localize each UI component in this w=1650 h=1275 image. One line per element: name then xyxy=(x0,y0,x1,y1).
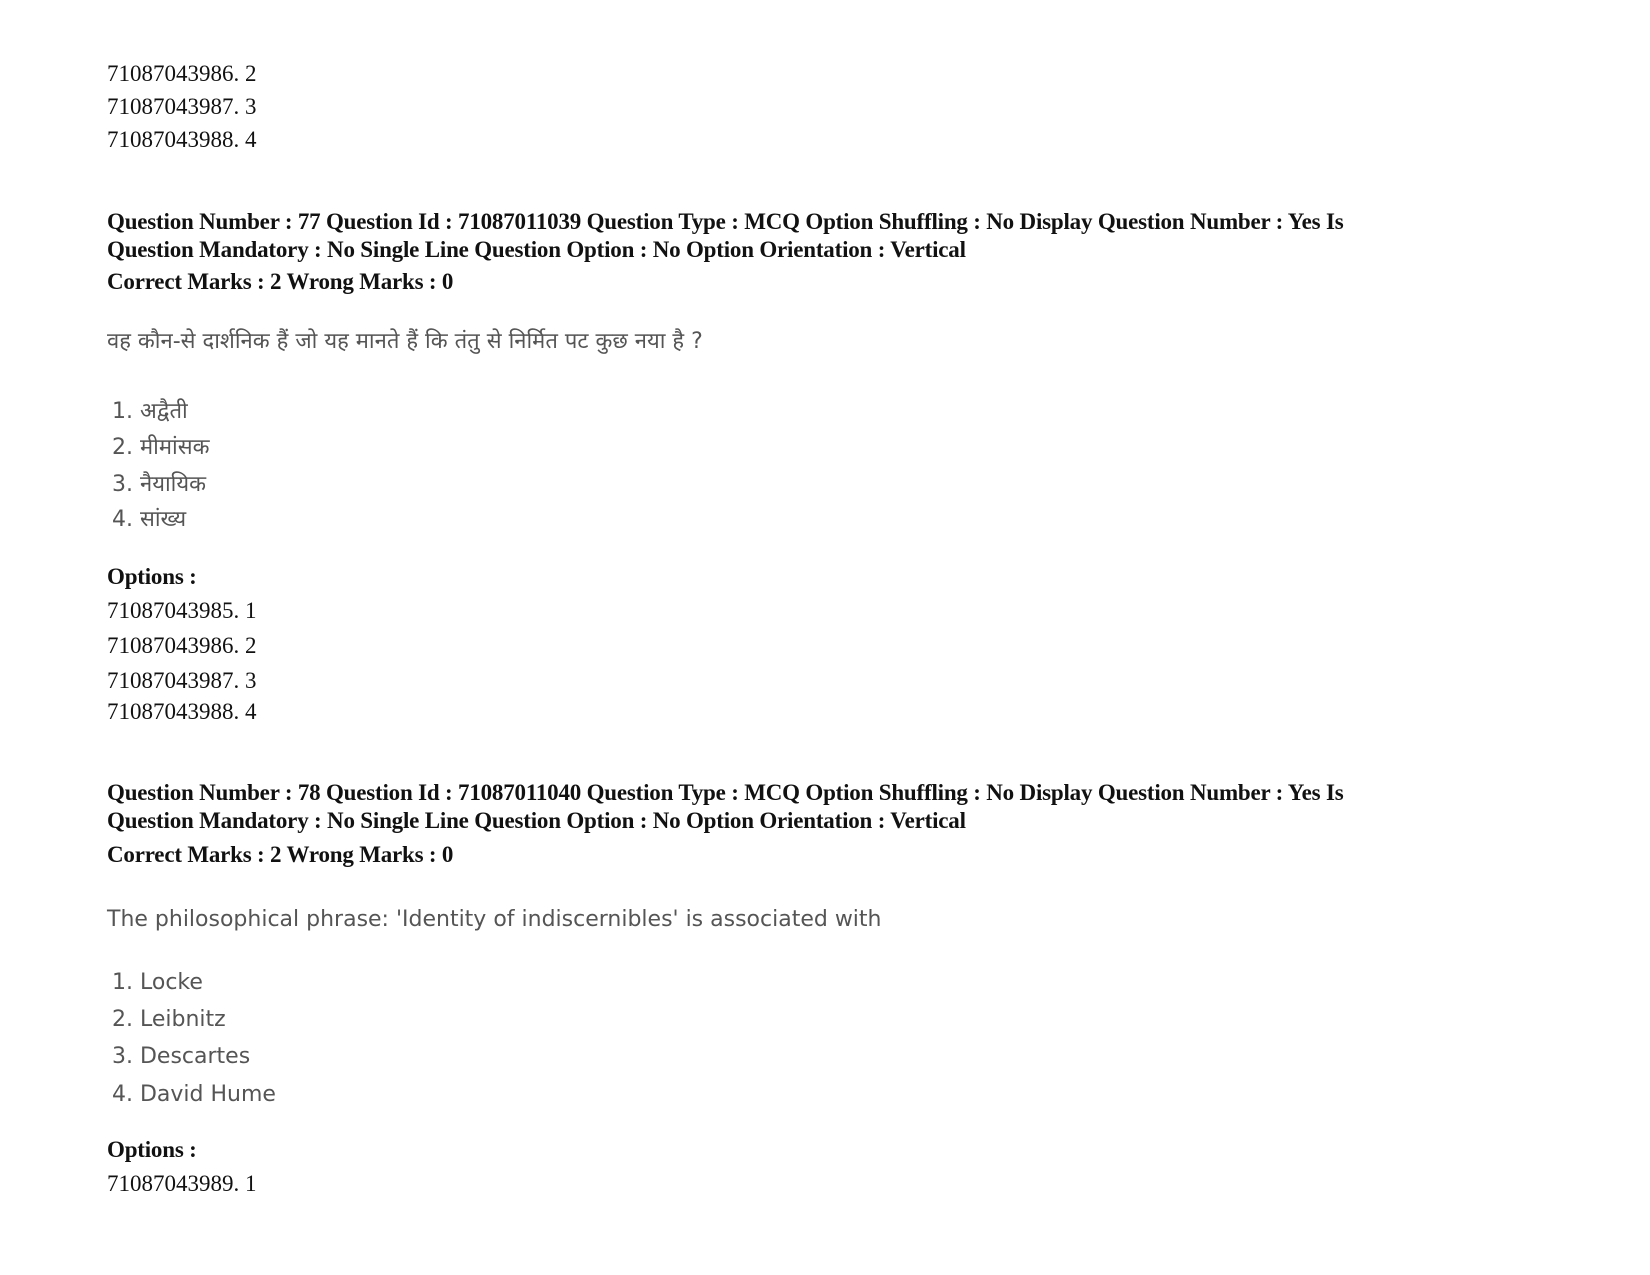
question-text: The philosophical phrase: 'Identity of i… xyxy=(107,907,882,932)
question-header-line1: Question Number : 78 Question Id : 71087… xyxy=(107,780,1344,805)
question-marks: Correct Marks : 2 Wrong Marks : 0 xyxy=(107,842,454,867)
question-header-line2: Question Mandatory : No Single Line Ques… xyxy=(107,237,966,262)
choice-item: 2. मीमांसक xyxy=(112,435,210,460)
choice-item: 4. सांख्य xyxy=(112,507,187,532)
option-id-line: 71087043985. 1 xyxy=(107,598,257,623)
choice-item: 1. अद्वैती xyxy=(112,399,188,424)
option-id-line: 71087043989. 1 xyxy=(107,1171,257,1196)
option-id-line: 71087043986. 2 xyxy=(107,633,257,658)
choice-item: 2. Leibnitz xyxy=(112,1007,226,1032)
question-text: वह कौन-से दार्शनिक हैं जो यह मानते हैं क… xyxy=(107,329,703,354)
question-header-line2: Question Mandatory : No Single Line Ques… xyxy=(107,808,966,833)
options-label: Options : xyxy=(107,564,197,589)
option-id-line: 71087043987. 3 xyxy=(107,668,257,693)
choice-item: 3. Descartes xyxy=(112,1044,251,1069)
choice-item: 1. Locke xyxy=(112,970,203,995)
option-id-line: 71087043988. 4 xyxy=(107,127,257,152)
choice-item: 3. नैयायिक xyxy=(112,472,207,497)
option-id-line: 71087043986. 2 xyxy=(107,61,257,86)
options-label: Options : xyxy=(107,1137,197,1162)
question-marks: Correct Marks : 2 Wrong Marks : 0 xyxy=(107,269,454,294)
option-id-line: 71087043988. 4 xyxy=(107,699,257,724)
option-id-line: 71087043987. 3 xyxy=(107,94,257,119)
choice-item: 4. David Hume xyxy=(112,1082,276,1107)
question-header-line1: Question Number : 77 Question Id : 71087… xyxy=(107,209,1344,234)
